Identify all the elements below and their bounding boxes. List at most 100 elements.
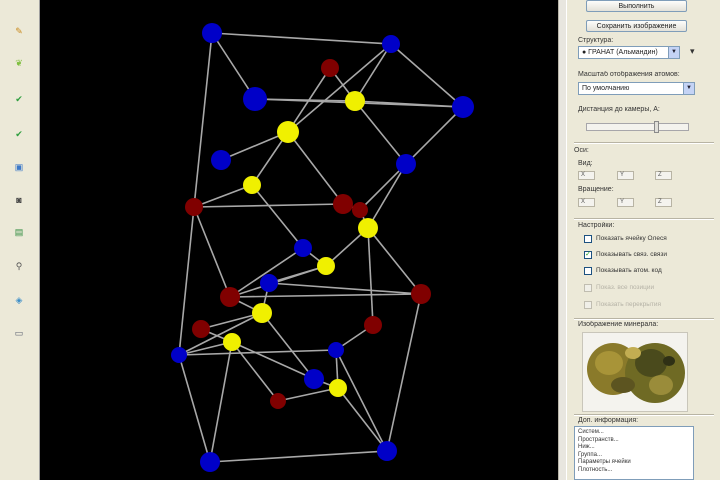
rotation-z-option[interactable]: Z [655,198,672,207]
left-toolbar: ✎ ❦ ✔ ✔ ▣ ◙ ▤ ⚲ ◈ ▭ [0,0,40,480]
mineral-photo [582,332,688,412]
atom-red[interactable] [352,202,368,218]
axes-label: Оси: [574,147,589,154]
chevron-down-icon[interactable]: ▼ [683,83,694,94]
image-icon[interactable]: ▣ [12,160,26,174]
show-overlaps-checkbox [584,301,592,309]
atom-red[interactable] [364,316,382,334]
atom-red[interactable] [411,284,431,304]
crystal-structure-render[interactable] [40,0,558,480]
rotation-x-option[interactable]: X [578,198,595,207]
pencil-icon[interactable]: ✎ [12,24,26,38]
atom-red[interactable] [321,59,339,77]
atom-red[interactable] [220,287,240,307]
atom-blue[interactable] [304,369,324,389]
atom-yellow[interactable] [243,176,261,194]
bond-line [335,349,388,452]
atom-blue[interactable] [328,342,344,358]
show-atom-code-checkbox[interactable] [584,267,592,275]
bond-line [261,312,315,380]
show-cell-checkbox[interactable] [584,235,592,243]
show-atom-code-label: Показывать атом. код [596,267,662,274]
link-icon[interactable]: ⚲ [12,259,26,273]
viewport-scrollbar[interactable] [558,0,566,480]
bond-line [193,32,213,208]
bond-line [367,227,374,326]
atom-yellow[interactable] [345,91,365,111]
save-image-button[interactable]: Сохранить изображение [586,20,687,32]
chevron-down-icon[interactable]: ▾ [690,46,698,57]
atom-blue[interactable] [382,35,400,53]
bond-line [178,206,195,356]
atom-blue[interactable] [294,239,312,257]
monitor-icon[interactable]: ▭ [12,326,26,340]
atom-yellow[interactable] [252,303,272,323]
atom-scale-label: Масштаб отображения атомов: [578,71,680,78]
document-icon[interactable]: ▤ [12,225,26,239]
bond-line [178,312,263,356]
info-line: Параметры ячейки [578,459,631,465]
bond-line [209,450,388,463]
atom-yellow[interactable] [317,257,335,275]
bond-line [277,387,339,402]
bond-line [193,206,231,298]
atom-yellow[interactable] [277,121,299,143]
bond-line [211,32,392,45]
bond-line [178,354,211,463]
options-label: Настройки: [578,222,615,229]
camera-distance-slider[interactable] [586,123,689,131]
check-icon[interactable]: ✔ [12,92,26,106]
bond-line [337,387,388,452]
atom-blue[interactable] [396,154,416,174]
camera-distance-slider-thumb[interactable] [654,121,659,133]
info-line: Плотность... [578,466,613,473]
bond-line [367,227,422,295]
atom-yellow[interactable] [223,333,241,351]
show-bonds-checkbox[interactable]: ✓ [584,251,592,259]
view-x-option[interactable]: X [578,171,595,180]
structure-select[interactable]: ● ГРАНАТ (Альмандин) ▼ [578,46,680,59]
bond-line [354,100,407,165]
structure-select-value: ● ГРАНАТ (Альмандин) [582,49,658,56]
atom-blue[interactable] [452,96,474,118]
bond-line [287,43,392,133]
mineral-image-label: Изображение минерала: [578,321,659,328]
info-label: Доп. информация: [578,417,639,424]
mineral-photo-drawing [587,343,685,403]
crystal-structure-viewport[interactable] [40,0,558,480]
atom-blue[interactable] [202,23,222,43]
bond-line [209,341,233,463]
atom-blue[interactable] [200,452,220,472]
atom-scale-select[interactable]: По умолчанию ▼ [578,82,695,95]
atom-blue[interactable] [243,87,267,111]
atom-blue[interactable] [260,274,278,292]
show-all-positions-label: Показ. все позиции [596,284,655,291]
info-textbox[interactable]: Систем... Пространств... Ниж... Группа... Па… [574,426,694,480]
atom-red[interactable] [270,393,286,409]
bond-line [390,43,464,108]
run-button[interactable]: Выполнить [586,0,687,12]
double-check-icon[interactable]: ✔ [12,127,26,141]
chevron-down-icon[interactable]: ▼ [668,47,679,58]
bond-line [354,43,392,102]
divider [574,318,714,320]
atom-red[interactable] [333,194,353,214]
water-icon[interactable]: ◈ [12,293,26,307]
atom-blue[interactable] [211,150,231,170]
atom-red[interactable] [192,320,210,338]
show-overlaps-label: Показать перекрытия [596,301,662,308]
leaf-icon[interactable]: ❦ [12,56,26,70]
show-bonds-label: Показывать связ. связи [596,251,667,258]
camera-icon[interactable]: ◙ [12,193,26,207]
info-line: Пространств... [578,436,619,443]
view-z-option[interactable]: Z [655,171,672,180]
atom-yellow[interactable] [329,379,347,397]
bond-line [251,184,304,249]
camera-distance-label: Дистанция до камеры, Å: [578,106,660,113]
rotation-y-option[interactable]: Y [617,198,634,207]
atom-yellow[interactable] [358,218,378,238]
atom-blue[interactable] [171,347,187,363]
atom-blue[interactable] [377,441,397,461]
atom-red[interactable] [185,198,203,216]
view-y-option[interactable]: Y [617,171,634,180]
